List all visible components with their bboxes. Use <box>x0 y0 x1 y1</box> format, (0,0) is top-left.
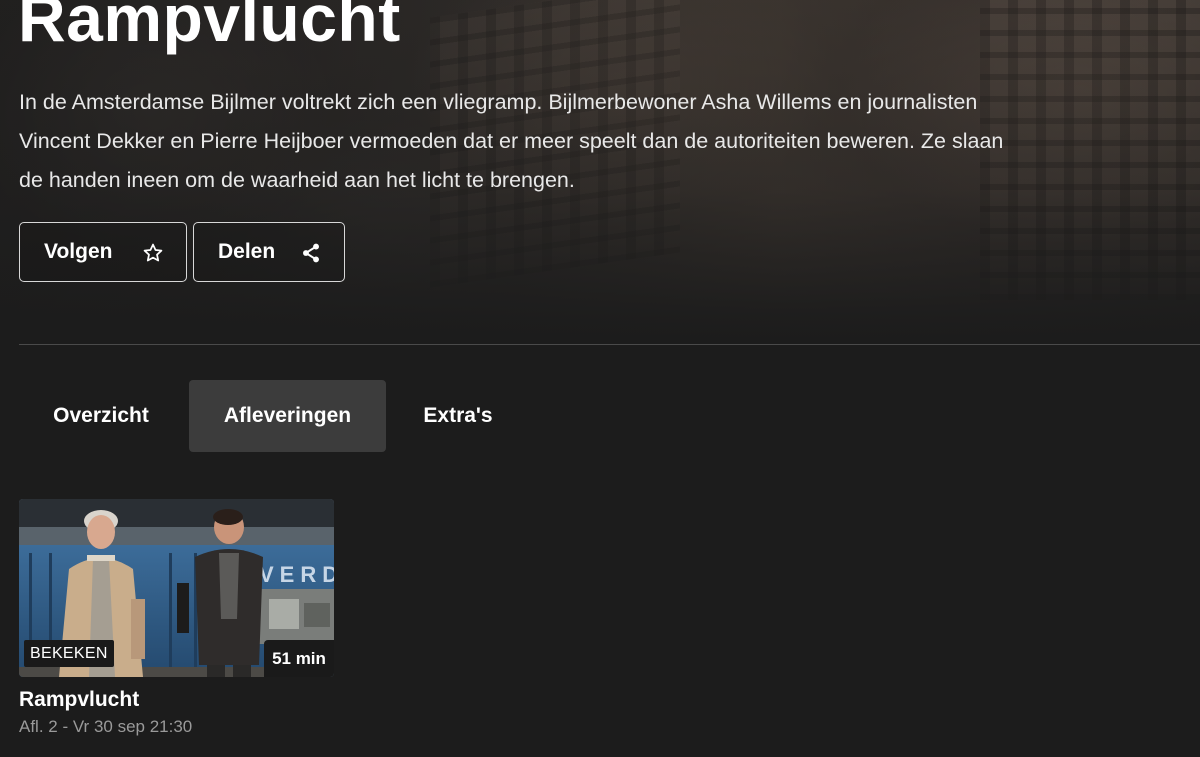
share-button[interactable]: Delen <box>193 222 345 282</box>
page-title: Rampvlucht <box>18 0 401 55</box>
watched-badge: BEKEKEN <box>24 640 114 667</box>
episode-title[interactable]: Rampvlucht <box>19 686 139 714</box>
episode-thumbnail[interactable]: VERD <box>19 499 334 677</box>
follow-button-label: Volgen <box>44 240 113 263</box>
follow-button[interactable]: Volgen <box>19 222 187 282</box>
series-description: In de Amsterdamse Bijlmer voltrekt zich … <box>19 90 1004 192</box>
tab-overview[interactable]: Overzicht <box>19 380 183 452</box>
share-icon <box>300 242 322 264</box>
episode-meta: Afl. 2 - Vr 30 sep 21:30 <box>19 717 193 736</box>
tab-extras[interactable]: Extra's <box>389 380 527 452</box>
star-outline-icon <box>142 242 164 264</box>
thumbnail-sign-text: VERD <box>259 562 334 587</box>
section-divider <box>19 344 1200 345</box>
tab-episodes[interactable]: Afleveringen <box>189 380 386 452</box>
duration-badge: 51 min <box>264 640 334 677</box>
page: Rampvlucht In de Amsterdamse Bijlmer vol… <box>0 0 1200 757</box>
episode-card[interactable]: VERD <box>19 499 334 736</box>
share-button-label: Delen <box>218 240 276 263</box>
